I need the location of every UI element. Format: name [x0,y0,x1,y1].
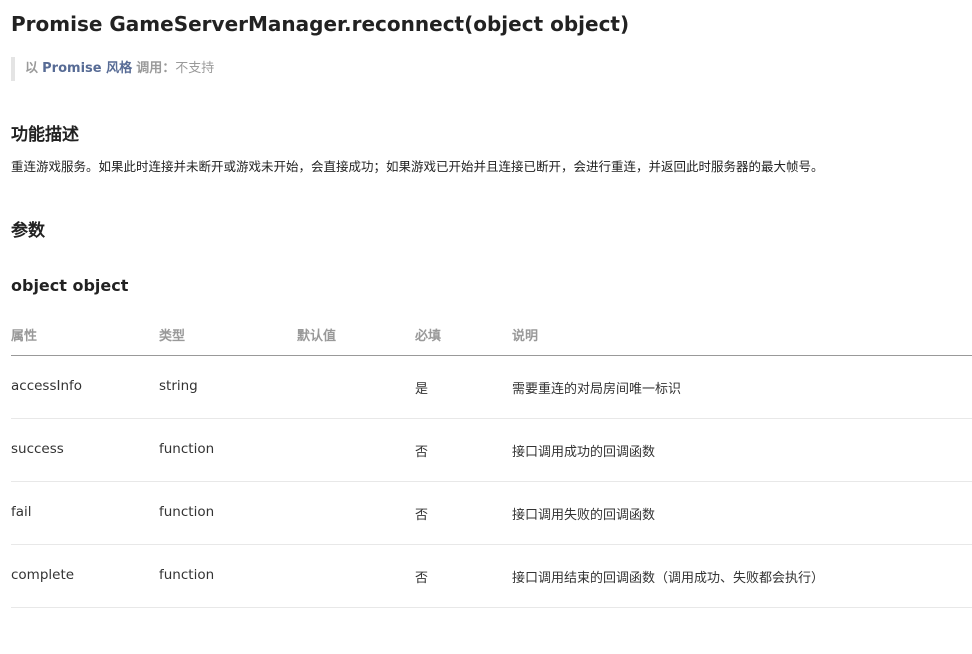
table-row: complete function 否 接口调用结束的回调函数（调用成功、失败都… [11,545,972,608]
cell-description: 接口调用结束的回调函数（调用成功、失败都会执行） [512,571,825,586]
description-heading: 功能描述 [11,125,79,145]
promise-note-value: 不支持 [175,61,215,76]
header-required: 必填 [415,329,442,344]
header-type: 类型 [159,329,186,344]
table-row: fail function 否 接口调用失败的回调函数 [11,482,972,545]
header-default: 默认值 [297,329,337,344]
object-heading: object object [11,276,129,295]
params-heading: 参数 [11,221,45,241]
page-title: Promise GameServerManager.reconnect(obje… [11,12,630,36]
cell-type: function [159,504,215,520]
cell-name: fail [11,504,32,520]
cell-description: 需要重连的对局房间唯一标识 [512,382,682,397]
params-table: 属性 类型 默认值 必填 说明 accessInfo string 是 需要重连… [11,316,972,608]
description-text: 重连游戏服务。如果此时连接并未断开或游戏未开始，会直接成功；如果游戏已开始并且连… [11,159,824,174]
doc-page: Promise GameServerManager.reconnect(obje… [0,0,972,654]
cell-name: complete [11,567,75,583]
table-row: accessInfo string 是 需要重连的对局房间唯一标识 [11,356,972,419]
cell-required: 否 [415,571,429,586]
promise-style-link[interactable]: Promise 风格 [42,61,132,76]
cell-type: function [159,441,215,457]
promise-note-label: 调用： [136,61,176,76]
cell-type: function [159,567,215,583]
header-description: 说明 [512,329,539,344]
cell-description: 接口调用成功的回调函数 [512,445,656,460]
cell-required: 否 [415,445,429,460]
table-row: success function 否 接口调用成功的回调函数 [11,419,972,482]
table-header: 属性 类型 默认值 必填 说明 [11,316,972,356]
cell-name: accessInfo [11,378,83,394]
cell-required: 否 [415,508,429,523]
header-property: 属性 [11,329,38,344]
cell-type: string [159,378,198,394]
promise-note-prefix: 以 [25,61,39,76]
cell-description: 接口调用失败的回调函数 [512,508,656,523]
cell-required: 是 [415,382,429,397]
promise-style-note: 以 Promise 风格 调用：不支持 [11,57,214,81]
cell-name: success [11,441,64,457]
